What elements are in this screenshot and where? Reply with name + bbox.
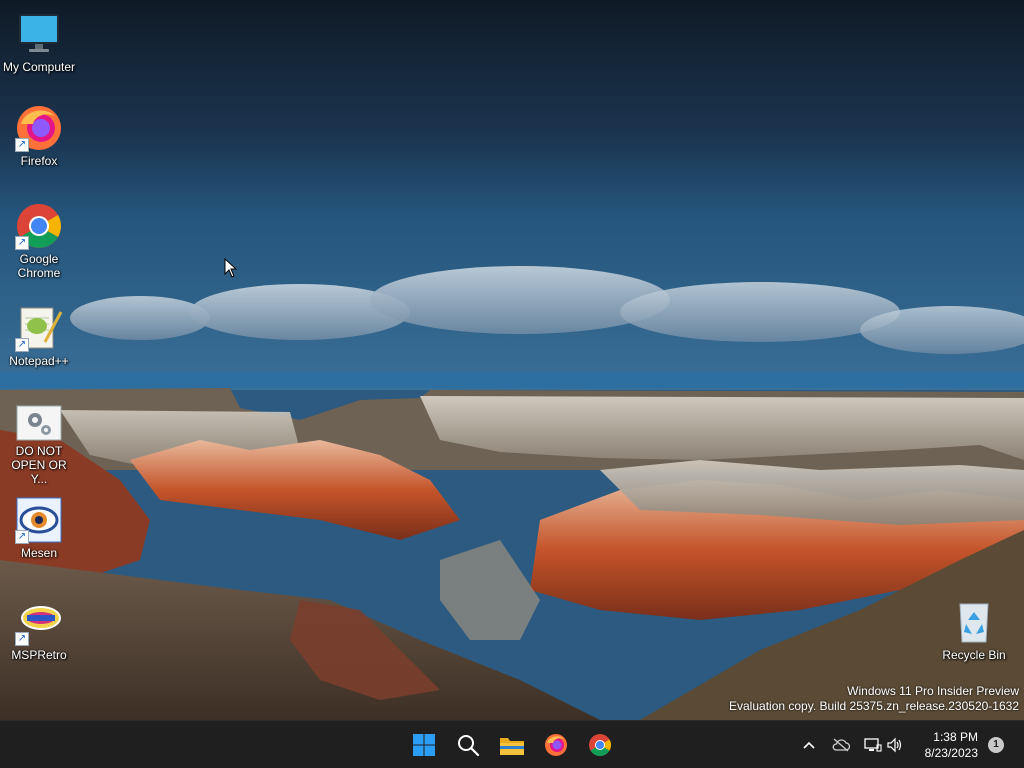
- desktop-icon-label: Firefox: [20, 154, 58, 168]
- network-button[interactable]: [862, 735, 884, 755]
- desktop-icon-recycle-bin[interactable]: Recycle Bin: [936, 598, 1012, 662]
- shortcut-arrow-icon: ↗: [15, 632, 29, 646]
- firefox-icon: [545, 734, 567, 756]
- desktop-icon-google-chrome[interactable]: ↗ Google Chrome: [1, 202, 77, 280]
- chrome-icon: [589, 734, 611, 756]
- taskbar: 1:38 PM 8/23/2023 1: [0, 720, 1024, 768]
- desktop-icon-mspretro[interactable]: ↗ MSPRetro: [1, 598, 77, 662]
- desktop-icon-label: Google Chrome: [17, 252, 61, 280]
- settings-gear-icon: [15, 404, 63, 452]
- desktop-icon-label: Notepad++: [9, 354, 69, 368]
- chrome-icon: ↗: [15, 202, 63, 250]
- recycle-bin-icon: [950, 598, 998, 646]
- clock-time: 1:38 PM: [933, 730, 978, 744]
- chevron-up-icon: [803, 741, 815, 749]
- taskbar-search-button[interactable]: [452, 729, 484, 761]
- shortcut-arrow-icon: ↗: [15, 236, 29, 250]
- desktop-icon-mesen[interactable]: ↗ Mesen: [1, 496, 77, 560]
- watermark-line1: Windows 11 Pro Insider Preview: [847, 684, 1019, 698]
- folder-icon: [500, 738, 524, 755]
- desktop-icon-label: My Computer: [2, 60, 76, 74]
- taskbar-file-explorer-button[interactable]: [496, 729, 528, 761]
- watermark-line2: Evaluation copy. Build 25375.zn_release.…: [729, 699, 1019, 713]
- windows-start-icon: [413, 734, 435, 756]
- desktop-icon-notepadpp[interactable]: ↗ Notepad++: [1, 304, 77, 368]
- shortcut-arrow-icon: ↗: [15, 530, 29, 544]
- taskbar-clock[interactable]: 1:38 PM 8/23/2023: [925, 729, 978, 761]
- monitor-icon: [15, 10, 63, 58]
- notification-badge[interactable]: 1: [988, 737, 1004, 753]
- mouse-cursor-icon: [224, 258, 238, 278]
- shortcut-arrow-icon: ↗: [15, 138, 29, 152]
- network-ethernet-icon: [864, 738, 882, 752]
- taskbar-firefox-button[interactable]: [540, 729, 572, 761]
- desktop-icon-label: Mesen: [20, 546, 58, 560]
- volume-button[interactable]: [884, 735, 906, 755]
- desktop-icon-do-not-open[interactable]: DO NOT OPEN OR Y...: [1, 404, 77, 486]
- onedrive-status-button[interactable]: [830, 735, 852, 755]
- windows-watermark: Windows 11 Pro Insider Preview Evaluatio…: [729, 684, 1019, 714]
- wallpaper-canyon: [0, 0, 1024, 720]
- speaker-icon: [887, 737, 902, 753]
- taskbar-chrome-button[interactable]: [584, 729, 616, 761]
- desktop-icon-label: MSPRetro: [11, 648, 67, 662]
- clock-date: 8/23/2023: [924, 746, 978, 760]
- desktop-icon-my-computer[interactable]: My Computer: [1, 10, 77, 74]
- start-button[interactable]: [408, 729, 440, 761]
- cloud-offline-icon: [832, 738, 851, 752]
- notepadpp-icon: ↗: [15, 304, 63, 352]
- desktop-icon-label: Recycle Bin: [942, 648, 1006, 662]
- desktop-icon-firefox[interactable]: ↗ Firefox: [1, 104, 77, 168]
- firefox-icon: ↗: [15, 104, 63, 152]
- mspretro-icon: ↗: [15, 598, 63, 646]
- mesen-icon: ↗: [15, 496, 63, 544]
- shortcut-arrow-icon: ↗: [15, 338, 29, 352]
- desktop[interactable]: My Computer ↗ Firefox ↗ Google Chrome ↗ …: [0, 0, 1024, 720]
- search-icon: [458, 735, 480, 757]
- show-hidden-icons-button[interactable]: [798, 735, 820, 755]
